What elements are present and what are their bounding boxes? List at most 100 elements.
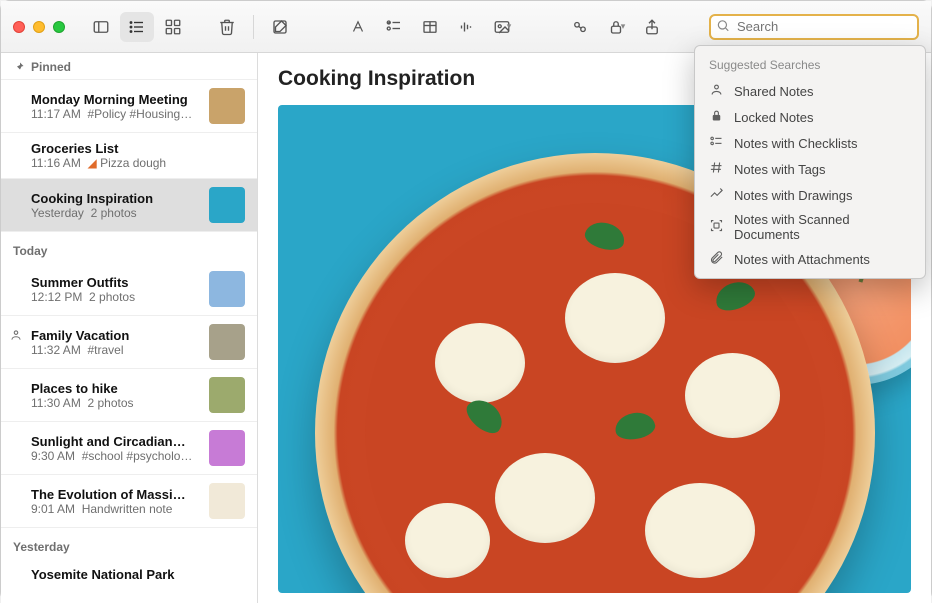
toolbar-divider bbox=[253, 15, 254, 39]
note-thumbnail bbox=[209, 187, 245, 223]
note-thumbnail bbox=[209, 377, 245, 413]
note-time: 9:01 AM bbox=[31, 502, 75, 516]
note-row[interactable]: Places to hike11:30 AM 2 photos bbox=[1, 369, 257, 422]
attachment-icon bbox=[709, 250, 724, 268]
suggested-search-item[interactable]: Shared Notes bbox=[695, 78, 925, 104]
note-row[interactable]: Summer Outfits12:12 PM 2 photos bbox=[1, 263, 257, 316]
suggested-search-item[interactable]: Notes with Drawings bbox=[695, 182, 925, 208]
note-row[interactable]: The Evolution of Massi…9:01 AM Handwritt… bbox=[1, 475, 257, 528]
note-time: Yesterday bbox=[31, 206, 84, 220]
note-title: The Evolution of Massi… bbox=[31, 487, 199, 502]
note-time: 11:30 AM bbox=[31, 396, 81, 410]
note-meta: 2 photos bbox=[91, 206, 137, 220]
pin-icon bbox=[13, 61, 25, 73]
today-section-header: Today bbox=[1, 232, 257, 263]
suggested-search-label: Notes with Tags bbox=[734, 162, 826, 177]
suggested-search-label: Notes with Drawings bbox=[734, 188, 853, 203]
list-view-button[interactable] bbox=[120, 12, 154, 42]
view-controls bbox=[83, 12, 245, 42]
note-meta: Pizza dough bbox=[100, 156, 166, 170]
suggested-search-item[interactable]: Locked Notes bbox=[695, 104, 925, 130]
format-controls: ▾ bbox=[340, 12, 520, 42]
note-thumbnail bbox=[209, 430, 245, 466]
today-label: Today bbox=[13, 244, 47, 258]
share-button[interactable] bbox=[635, 12, 669, 42]
note-time: 11:17 AM bbox=[31, 107, 81, 121]
table-button[interactable] bbox=[413, 12, 447, 42]
minimize-window-button[interactable] bbox=[33, 21, 45, 33]
lock-icon bbox=[709, 108, 724, 126]
pinned-section-header: Pinned bbox=[1, 53, 257, 80]
share-controls: ▾ bbox=[562, 12, 670, 42]
note-title: Summer Outfits bbox=[31, 275, 199, 290]
note-row[interactable]: Monday Morning Meeting11:17 AM #Policy #… bbox=[1, 80, 257, 133]
fullscreen-window-button[interactable] bbox=[53, 21, 65, 33]
note-row[interactable]: Groceries List11:16 AM ◢ Pizza dough bbox=[1, 133, 257, 179]
note-row[interactable]: Cooking InspirationYesterday 2 photos bbox=[1, 179, 257, 232]
shared-icon bbox=[709, 82, 724, 100]
new-note-button[interactable] bbox=[263, 12, 297, 42]
suggested-search-label: Notes with Scanned Documents bbox=[734, 212, 911, 242]
note-time: 12:12 PM bbox=[31, 290, 82, 304]
note-meta: 2 photos bbox=[87, 396, 133, 410]
gallery-view-button[interactable] bbox=[156, 12, 190, 42]
note-title: Groceries List bbox=[31, 141, 245, 156]
pizza-slice-icon: ◢ bbox=[87, 156, 96, 170]
link-button[interactable] bbox=[563, 12, 597, 42]
suggested-search-item[interactable]: Notes with Attachments bbox=[695, 246, 925, 272]
checklist-button[interactable] bbox=[377, 12, 411, 42]
note-title: Cooking Inspiration bbox=[31, 191, 199, 206]
notes-sidebar: Pinned Monday Morning Meeting11:17 AM #P… bbox=[1, 53, 258, 603]
note-title: Family Vacation bbox=[31, 328, 199, 343]
toggle-sidebar-button[interactable] bbox=[84, 12, 118, 42]
note-time: 9:30 AM bbox=[31, 449, 75, 463]
tag-icon bbox=[709, 160, 724, 178]
scan-icon bbox=[709, 218, 724, 236]
note-title: Yosemite National Park bbox=[31, 567, 245, 582]
note-meta: #travel bbox=[87, 343, 123, 357]
suggested-search-label: Notes with Checklists bbox=[734, 136, 858, 151]
yesterday-label: Yesterday bbox=[13, 540, 70, 554]
note-time: 11:16 AM bbox=[31, 156, 81, 170]
note-meta: #school #psycholo… bbox=[82, 449, 193, 463]
note-row[interactable]: Family Vacation11:32 AM #travel bbox=[1, 316, 257, 369]
note-meta: Handwritten note bbox=[82, 502, 173, 516]
note-meta: 2 photos bbox=[89, 290, 135, 304]
suggested-search-label: Notes with Attachments bbox=[734, 252, 870, 267]
lock-button[interactable]: ▾ bbox=[599, 12, 633, 42]
note-title: Monday Morning Meeting bbox=[31, 92, 199, 107]
drawing-icon bbox=[709, 186, 724, 204]
insert-media-button[interactable]: ▾ bbox=[485, 12, 519, 42]
suggested-search-item[interactable]: Notes with Checklists bbox=[695, 130, 925, 156]
note-thumbnail bbox=[209, 483, 245, 519]
record-audio-button[interactable] bbox=[449, 12, 483, 42]
compose-controls bbox=[262, 12, 298, 42]
format-text-button[interactable] bbox=[341, 12, 375, 42]
chevron-down-icon: ▾ bbox=[621, 21, 626, 32]
yesterday-section-header: Yesterday bbox=[1, 528, 257, 559]
search-field-wrap bbox=[709, 14, 919, 40]
note-title: Places to hike bbox=[31, 381, 199, 396]
window-controls bbox=[13, 21, 65, 33]
suggested-search-item[interactable]: Notes with Tags bbox=[695, 156, 925, 182]
close-window-button[interactable] bbox=[13, 21, 25, 33]
note-thumbnail bbox=[209, 88, 245, 124]
search-icon bbox=[716, 18, 730, 35]
note-row[interactable]: Yosemite National Park bbox=[1, 559, 257, 603]
chevron-down-icon: ▾ bbox=[507, 21, 512, 32]
note-thumbnail bbox=[209, 271, 245, 307]
suggested-search-label: Locked Notes bbox=[734, 110, 814, 125]
checklist-icon bbox=[709, 134, 724, 152]
suggested-search-label: Shared Notes bbox=[734, 84, 814, 99]
note-meta: #Policy #Housing… bbox=[87, 107, 192, 121]
note-thumbnail bbox=[209, 324, 245, 360]
suggested-search-item[interactable]: Notes with Scanned Documents bbox=[695, 208, 925, 246]
note-row[interactable]: Sunlight and Circadian…9:30 AM #school #… bbox=[1, 422, 257, 475]
dropdown-title: Suggested Searches bbox=[695, 54, 925, 78]
search-input[interactable] bbox=[709, 14, 919, 40]
pinned-label: Pinned bbox=[31, 60, 71, 74]
delete-button[interactable] bbox=[210, 12, 244, 42]
shared-icon bbox=[9, 328, 23, 345]
suggested-searches-dropdown: Suggested Searches Shared Notes Locked No… bbox=[694, 45, 926, 279]
note-time: 11:32 AM bbox=[31, 343, 81, 357]
